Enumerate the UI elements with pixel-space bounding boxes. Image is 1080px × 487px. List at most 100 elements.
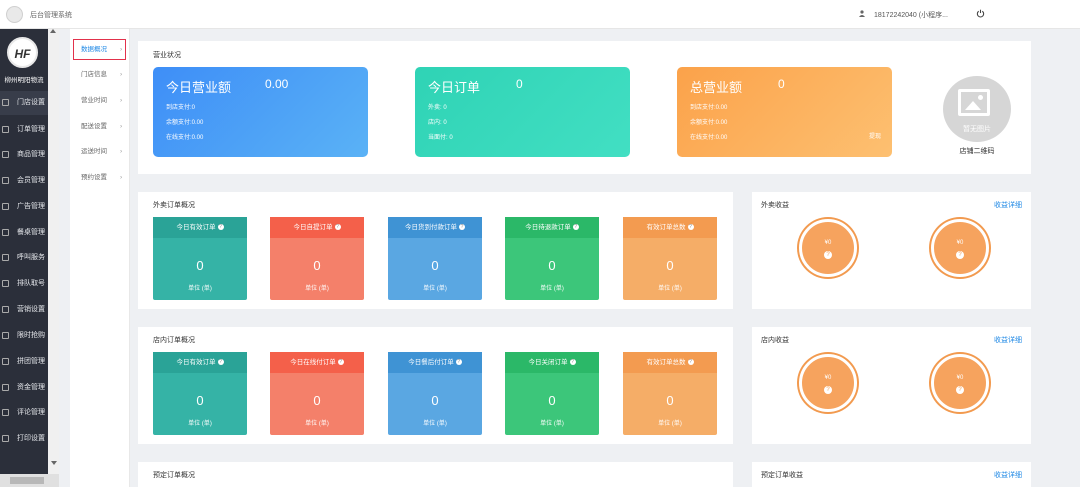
sidebar-item-marketing[interactable]: 营销设置 xyxy=(0,298,48,322)
clock-icon xyxy=(2,332,9,339)
today-revenue-card: 今日营业额 0.00 到店支付:0 余额支付:0.00 在线支付:0.00 xyxy=(153,67,368,157)
panel-title: 店内订单概况 xyxy=(153,337,195,344)
goods-icon xyxy=(2,151,9,158)
sub-navigation: 数据概况 › 门店信息 › 营业时间 › 配送设置 › 运送时间 › 预约设置 › xyxy=(70,29,130,487)
printer-icon xyxy=(2,435,9,442)
stat-card: 今日关闭订单? 0 单位 (单) xyxy=(505,352,599,435)
sidebar: HF 柳州明阳物流 门店设置 订单管理 商品管理 会员管理 广告管理 餐桌管理 … xyxy=(0,29,59,487)
stat-card: 今日货到付款订单? 0 单位 (单) xyxy=(388,217,482,300)
income-coin: ¥0? xyxy=(799,219,857,277)
store-qrcode: 暂无图片 xyxy=(943,76,1011,142)
income-coin: ¥0? xyxy=(931,354,989,412)
stat-card: 今日自提订单? 0 单位 (单) xyxy=(270,217,364,300)
scroll-up-icon[interactable] xyxy=(50,29,56,33)
store-icon xyxy=(2,99,9,106)
subnav-item-reservation[interactable]: 预约设置 › xyxy=(70,165,130,191)
reserve-orders-panel: 预定订单概况 xyxy=(138,462,733,487)
panel-title: 外卖订单概况 xyxy=(153,202,195,209)
comment-icon xyxy=(2,409,9,416)
income-details-link[interactable]: 收益详细 xyxy=(994,335,1022,345)
help-icon[interactable]: ? xyxy=(217,224,224,231)
income-coin: ¥0? xyxy=(931,219,989,277)
sidebar-item-ads[interactable]: 广告管理 xyxy=(0,195,48,219)
info-icon: ? xyxy=(824,386,832,394)
wallet-icon xyxy=(2,384,9,391)
info-icon: ? xyxy=(956,251,964,259)
qr-label: 店铺二维码 xyxy=(959,148,995,155)
sidebar-item-store-settings[interactable]: 门店设置 xyxy=(0,91,48,115)
table-icon xyxy=(2,229,9,236)
panel-title: 外卖收益 xyxy=(761,202,789,209)
sidebar-item-goods[interactable]: 商品管理 xyxy=(0,143,48,167)
group-icon xyxy=(2,358,9,365)
subnav-item-delivery-time[interactable]: 运送时间 › xyxy=(70,139,130,165)
panel-title: 预定订单概况 xyxy=(153,472,195,479)
reserve-income-panel: 预定订单收益 收益详细 xyxy=(752,462,1031,487)
help-icon[interactable]: ? xyxy=(572,224,579,231)
help-icon[interactable]: ? xyxy=(334,224,341,231)
avatar: HF xyxy=(7,37,38,68)
logo-icon xyxy=(6,6,23,23)
help-icon[interactable]: ? xyxy=(687,224,694,231)
stat-card: 有效订单总数? 0 单位 (单) xyxy=(623,217,717,300)
stat-card: 今日待退款订单? 0 单位 (单) xyxy=(505,217,599,300)
top-bar: 后台管理系统 18172242040 (小程序... xyxy=(0,0,1080,29)
sidebar-item-members[interactable]: 会员管理 xyxy=(0,169,48,193)
sidebar-item-flash-sale[interactable]: 限时抢购 xyxy=(0,324,48,348)
stat-card: 有效订单总数? 0 单位 (单) xyxy=(623,352,717,435)
help-icon[interactable]: ? xyxy=(337,359,344,366)
sidebar-item-call-service[interactable]: 呼叫服务 xyxy=(0,246,48,270)
withdraw-link[interactable]: 提现 xyxy=(869,131,881,140)
queue-icon xyxy=(2,280,9,287)
sidebar-item-group-buy[interactable]: 拼团管理 xyxy=(0,350,48,374)
sidebar-item-reviews[interactable]: 评论管理 xyxy=(0,401,48,425)
horizontal-scrollbar[interactable] xyxy=(0,474,59,487)
instore-income-panel: 店内收益 收益详细 xyxy=(752,327,1031,444)
subnav-item-data-overview[interactable]: 数据概况 › xyxy=(70,37,130,63)
stat-card: 今日餐后付订单? 0 单位 (单) xyxy=(388,352,482,435)
info-icon: ? xyxy=(956,386,964,394)
panel-title: 店内收益 xyxy=(761,337,789,344)
sidebar-item-funds[interactable]: 资金管理 xyxy=(0,376,48,400)
list-icon xyxy=(2,126,9,133)
today-orders-card: 今日订单 0 外卖: 0 店内: 0 当面付: 0 xyxy=(415,67,630,157)
stat-card: 今日有效订单? 0 单位 (单) xyxy=(153,352,247,435)
income-details-link[interactable]: 收益详细 xyxy=(994,200,1022,210)
shop-name: 柳州明阳物流 xyxy=(4,77,44,84)
member-icon xyxy=(2,177,9,184)
help-icon[interactable]: ? xyxy=(569,359,576,366)
panel-title: 预定订单收益 xyxy=(761,472,803,479)
chevron-right-icon: › xyxy=(120,174,123,181)
chevron-right-icon: › xyxy=(120,71,123,78)
subnav-item-store-info[interactable]: 门店信息 › xyxy=(70,62,130,88)
user-account[interactable]: 18172242040 (小程序... xyxy=(874,10,948,20)
subnav-item-business-hours[interactable]: 营业时间 › xyxy=(70,88,130,114)
sidebar-item-queue[interactable]: 排队取号 xyxy=(0,272,48,296)
sidebar-scrollbar[interactable] xyxy=(48,29,59,487)
help-icon[interactable]: ? xyxy=(217,359,224,366)
system-title: 后台管理系统 xyxy=(30,12,72,19)
income-coin: ¥0? xyxy=(799,354,857,412)
help-icon[interactable]: ? xyxy=(459,224,465,231)
marketing-icon xyxy=(2,306,9,313)
chevron-right-icon: › xyxy=(120,123,123,130)
stat-card: 今日有效订单? 0 单位 (单) xyxy=(153,217,247,300)
chevron-right-icon: › xyxy=(120,97,123,104)
image-placeholder-icon xyxy=(958,89,990,116)
help-icon[interactable]: ? xyxy=(455,359,462,366)
subnav-item-delivery-settings[interactable]: 配送设置 › xyxy=(70,114,130,140)
sidebar-item-print[interactable]: 打印设置 xyxy=(0,427,48,451)
help-icon[interactable]: ? xyxy=(687,359,694,366)
panel-title: 营业状况 xyxy=(153,52,181,59)
chevron-right-icon: › xyxy=(120,46,123,53)
income-details-link[interactable]: 收益详细 xyxy=(994,470,1022,480)
power-icon[interactable] xyxy=(976,9,985,18)
scroll-down-icon[interactable] xyxy=(51,461,57,465)
bell-icon xyxy=(2,254,9,261)
scrollbar-thumb[interactable] xyxy=(10,477,44,484)
takeout-income-panel: 外卖收益 收益详细 xyxy=(752,192,1031,309)
sidebar-item-orders[interactable]: 订单管理 xyxy=(0,118,48,142)
total-revenue-card: 总营业额 0 到店支付:0.00 余额支付:0.00 在线支付:0.00 提现 xyxy=(677,67,892,157)
ad-icon xyxy=(2,203,9,210)
sidebar-item-tables[interactable]: 餐桌管理 xyxy=(0,221,48,245)
